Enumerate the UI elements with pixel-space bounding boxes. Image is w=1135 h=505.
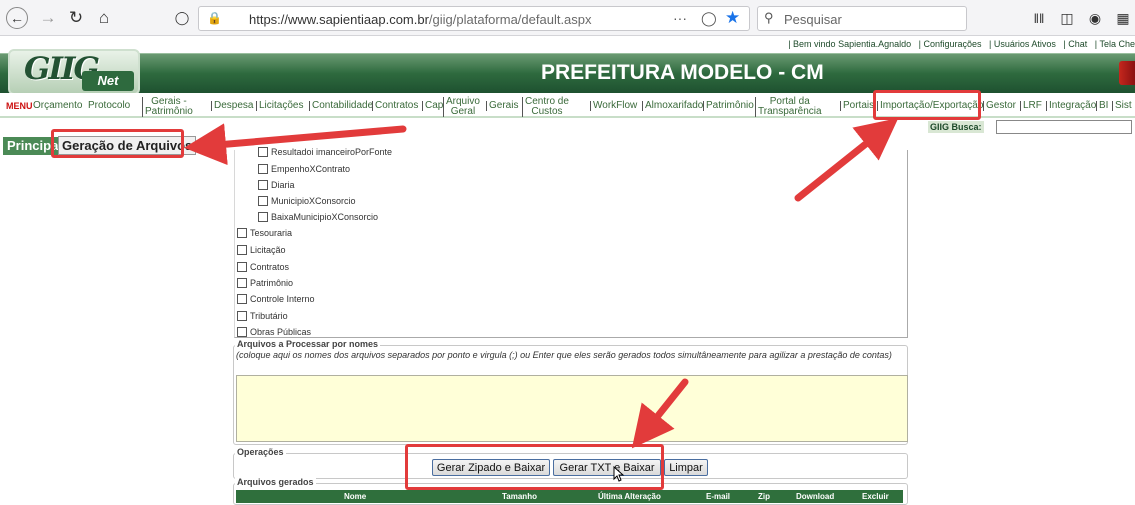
arrow-to-tab xyxy=(184,123,407,166)
arrow-to-menu xyxy=(794,117,899,202)
annotation-arrows xyxy=(184,117,899,449)
arrow-to-buttons xyxy=(631,378,689,449)
mouse-pointer-icon xyxy=(613,466,625,482)
